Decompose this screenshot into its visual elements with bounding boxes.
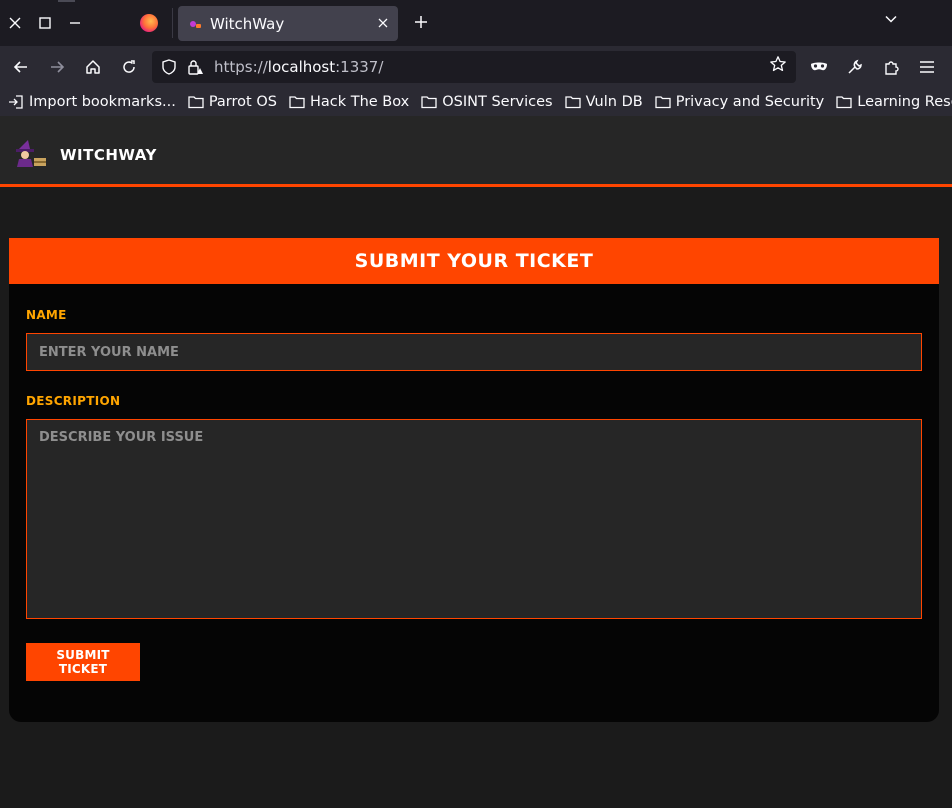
- description-textarea[interactable]: [26, 419, 922, 619]
- witch-favicon-icon: [188, 17, 202, 31]
- folder-icon: [188, 96, 204, 109]
- reload-icon: [123, 60, 135, 73]
- mask-icon: [811, 62, 827, 71]
- firefox-icon[interactable]: [140, 14, 158, 32]
- forward-button[interactable]: [44, 54, 70, 80]
- navigation-toolbar: https://localhost:1337/: [0, 46, 952, 88]
- url-host: localhost: [267, 58, 336, 76]
- folder-icon: [564, 96, 581, 109]
- url-bar[interactable]: https://localhost:1337/: [152, 51, 796, 83]
- bookmark-folder-privacy-and-security[interactable]: Privacy and Security: [655, 94, 825, 110]
- submit-ticket-button[interactable]: Submit Ticket: [26, 643, 140, 681]
- close-icon: [378, 18, 388, 27]
- arrow-right-icon: [51, 61, 65, 73]
- bookmark-folder-vuln-db[interactable]: Vuln DB: [564, 94, 643, 110]
- site-name[interactable]: WitchWay: [60, 146, 157, 164]
- tracking-protection-shield-icon[interactable]: [160, 58, 178, 76]
- back-button[interactable]: [8, 54, 34, 80]
- chevron-down-icon: [885, 15, 897, 23]
- url-text[interactable]: https://localhost:1337/: [214, 58, 383, 76]
- page-content: WitchWay Submit Your Ticket Name Descrip…: [0, 116, 952, 808]
- tools-button[interactable]: [842, 54, 868, 80]
- home-icon: [86, 60, 100, 74]
- plus-icon: [415, 16, 427, 28]
- name-input[interactable]: [26, 333, 922, 371]
- hamburger-icon: [920, 61, 934, 73]
- url-scheme: https://: [214, 58, 268, 76]
- reload-button[interactable]: [116, 54, 142, 80]
- window-close-button[interactable]: [0, 0, 30, 46]
- site-header: WitchWay: [0, 116, 952, 187]
- import-icon: [9, 95, 23, 109]
- bookmark-star-button[interactable]: [766, 55, 790, 79]
- arrow-left-icon: [13, 61, 27, 73]
- bookmark-label: Parrot OS: [208, 94, 277, 110]
- witch-logo-icon[interactable]: [14, 138, 48, 168]
- home-button[interactable]: [80, 54, 106, 80]
- private-mask-button[interactable]: [806, 54, 832, 80]
- tab-witchway[interactable]: WitchWay: [178, 6, 398, 41]
- window-minimize-button[interactable]: [60, 0, 90, 46]
- bookmark-label: Hack The Box: [309, 94, 410, 110]
- new-tab-button[interactable]: [408, 10, 434, 36]
- folder-icon: [421, 96, 437, 109]
- url-path: :1337/: [335, 58, 384, 76]
- window-maximize-button[interactable]: [30, 0, 60, 46]
- name-label: Name: [26, 308, 67, 322]
- bookmark-label: OSINT Services: [442, 94, 553, 110]
- bookmark-folder-osint-services[interactable]: OSINT Services: [421, 94, 553, 110]
- tab-close-button[interactable]: [378, 16, 388, 32]
- bookmark-label: Vuln DB: [585, 94, 643, 110]
- form-title: Submit Your Ticket: [9, 238, 939, 284]
- bookmarks-toolbar: Import bookmarks... Parrot OS Hack The B…: [0, 88, 952, 116]
- ticket-form-card: Submit Your Ticket Name Description Subm…: [9, 238, 939, 722]
- maximize-icon: [39, 17, 51, 29]
- bookmark-folder-parrot-os[interactable]: Parrot OS: [188, 94, 277, 110]
- bookmark-folder-hack-the-box[interactable]: Hack The Box: [289, 94, 409, 110]
- tab-title: WitchWay: [210, 14, 285, 33]
- puzzle-icon: [885, 61, 899, 75]
- folder-icon: [289, 96, 305, 109]
- bookmark-folder-learning-resources[interactable]: Learning Resources: [836, 94, 952, 110]
- folder-icon: [836, 96, 852, 109]
- minimize-icon: [70, 22, 80, 24]
- app-menu-button[interactable]: [914, 54, 940, 80]
- bookmark-label: Learning Resources: [857, 94, 952, 110]
- bookmark-import[interactable]: Import bookmarks...: [8, 94, 176, 110]
- wrench-icon: [848, 59, 862, 74]
- tab-strip: WitchWay: [0, 0, 952, 46]
- description-label: Description: [26, 394, 121, 408]
- star-icon: [770, 56, 786, 72]
- folder-icon: [655, 96, 671, 109]
- bookmark-label: Import bookmarks...: [29, 94, 176, 110]
- tab-separator: [172, 8, 173, 38]
- extensions-button[interactable]: [878, 54, 904, 80]
- bookmark-label: Privacy and Security: [675, 94, 825, 110]
- close-icon: [9, 17, 21, 29]
- list-all-tabs-button[interactable]: [880, 12, 902, 34]
- lock-warning-icon[interactable]: [186, 58, 204, 76]
